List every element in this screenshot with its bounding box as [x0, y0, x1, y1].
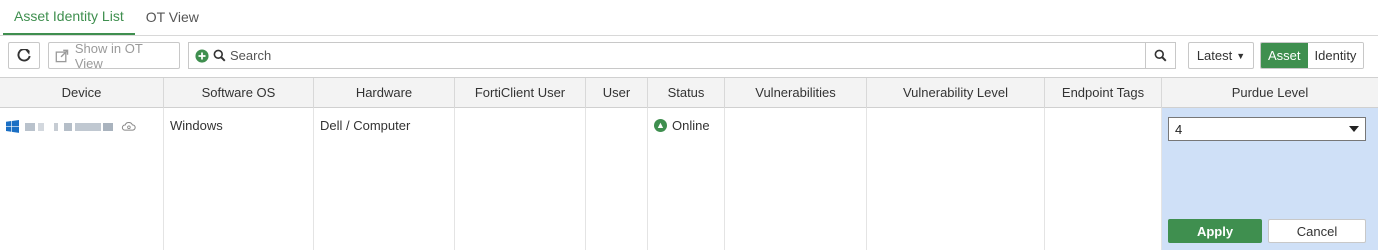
forticlient-user-cell [455, 108, 586, 250]
column-header-vulnerabilities[interactable]: Vulnerabilities [725, 78, 867, 108]
cancel-button[interactable]: Cancel [1268, 219, 1366, 243]
table-header: Device Software OS Hardware FortiClient … [0, 77, 1378, 108]
column-header-forticlient-user[interactable]: FortiClient User [455, 78, 586, 108]
status-cell: ▲ Online [648, 108, 725, 250]
purdue-level-select[interactable]: 4 [1168, 117, 1366, 141]
device-cell[interactable] [0, 108, 164, 250]
column-header-status[interactable]: Status [648, 78, 725, 108]
latest-dropdown[interactable]: Latest ▼ [1188, 42, 1254, 69]
search-icon [1154, 49, 1167, 62]
external-link-icon [55, 49, 69, 62]
purdue-level-editor: 4 Apply Cancel [1162, 108, 1378, 250]
tab-asset-identity-list[interactable]: Asset Identity List [3, 0, 135, 35]
windows-icon [6, 120, 19, 133]
user-cell [586, 108, 648, 250]
online-arrow-up-icon: ▲ [654, 119, 667, 132]
caret-down-icon: ▼ [1236, 50, 1246, 61]
status-text: Online [672, 118, 710, 133]
search-button[interactable] [1145, 43, 1175, 68]
cloud-icon [121, 121, 136, 131]
toggle-identity[interactable]: Identity [1307, 43, 1364, 68]
add-filter-icon[interactable] [195, 48, 209, 63]
toggle-asset[interactable]: Asset [1261, 43, 1308, 68]
refresh-icon [17, 48, 31, 61]
column-header-software-os[interactable]: Software OS [164, 78, 314, 108]
tab-ot-view[interactable]: OT View [135, 0, 210, 35]
vulnerabilities-cell [725, 108, 867, 250]
column-header-hardware[interactable]: Hardware [314, 78, 455, 108]
column-header-vulnerability-level[interactable]: Vulnerability Level [867, 78, 1045, 108]
purdue-level-value: 4 [1175, 121, 1183, 137]
column-header-user[interactable]: User [586, 78, 648, 108]
hardware-cell: Dell / Computer [314, 108, 455, 250]
view-toggle: Asset Identity [1260, 42, 1365, 69]
apply-button[interactable]: Apply [1168, 219, 1262, 243]
chevron-down-icon [1349, 126, 1359, 132]
endpoint-tags-cell [1045, 108, 1162, 250]
column-header-device[interactable]: Device [0, 78, 164, 108]
show-in-ot-view-label: Show in OT View [74, 40, 143, 71]
software-os-cell: Windows [164, 108, 314, 250]
vulnerability-level-cell [867, 108, 1045, 250]
asset-table: Device Software OS Hardware FortiClient … [0, 77, 1378, 250]
toolbar: Show in OT View Latest ▼ Asset Identity [0, 40, 1378, 71]
table-row[interactable]: Windows Dell / Computer ▲ Online 4 Apply… [0, 108, 1378, 250]
show-in-ot-view-button[interactable]: Show in OT View [48, 40, 180, 71]
device-name-redacted [25, 118, 113, 132]
column-header-endpoint-tags[interactable]: Endpoint Tags [1045, 78, 1162, 108]
search-input[interactable] [230, 48, 1130, 63]
column-header-purdue-level[interactable]: Purdue Level [1162, 78, 1378, 108]
search-bar [188, 42, 1176, 69]
refresh-button[interactable] [8, 42, 40, 69]
tab-bar: Asset Identity List OT View [0, 0, 1378, 36]
search-icon [213, 49, 226, 62]
latest-label: Latest [1196, 48, 1233, 63]
